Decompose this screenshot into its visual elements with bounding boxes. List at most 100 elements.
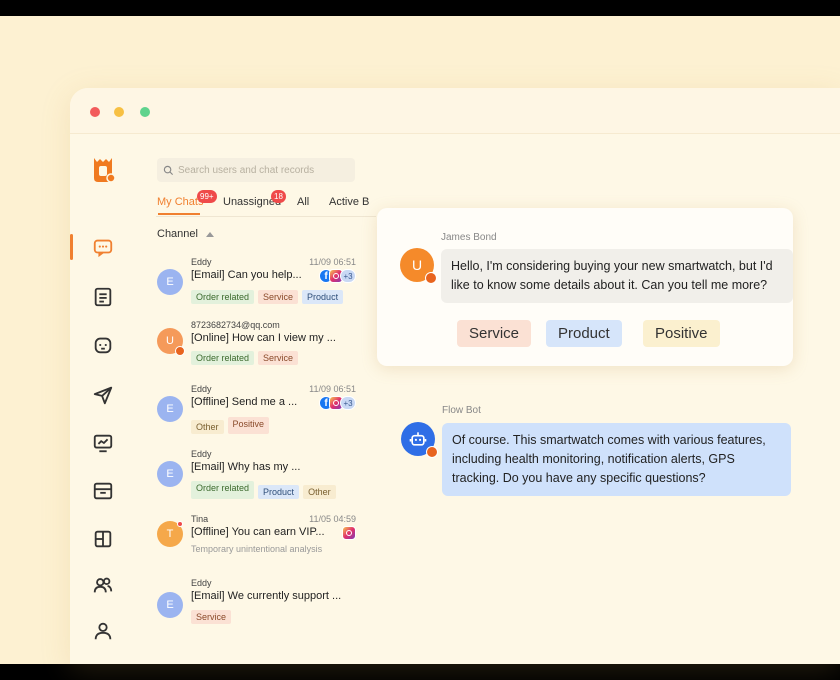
tag-product[interactable]: Product bbox=[546, 320, 622, 347]
instagram-icon bbox=[342, 526, 356, 540]
tag: Service bbox=[258, 290, 299, 304]
app-window: My Chats 99+ Unassigned 18 All Active B … bbox=[70, 88, 840, 664]
avatar: E bbox=[157, 461, 183, 487]
chat-list-item[interactable]: T Tina 11/05 04:59 [Offline] You can ear… bbox=[156, 514, 356, 578]
chat-time: 11/09 06:51 bbox=[309, 257, 356, 267]
tag-positive[interactable]: Positive bbox=[643, 320, 720, 347]
chat-contact-name: Eddy bbox=[191, 257, 212, 267]
nav-layout[interactable] bbox=[88, 524, 118, 554]
avatar: U bbox=[157, 328, 185, 356]
chat-time: 11/09 06:51 bbox=[309, 384, 356, 394]
chat-list-item[interactable]: U 8723682734@qq.com [Online] How can I v… bbox=[156, 320, 356, 384]
analytics-icon bbox=[93, 434, 113, 453]
channel-badge-icon bbox=[426, 446, 438, 458]
chat-tags: Other Positive bbox=[191, 417, 270, 434]
chat-time: 11/05 04:59 bbox=[309, 514, 356, 524]
chat-tags: Order related Service bbox=[191, 351, 299, 365]
caret-up-icon bbox=[205, 231, 214, 237]
bot-face-icon bbox=[94, 337, 112, 354]
active-nav-indicator bbox=[70, 234, 73, 260]
customer-name: James Bond bbox=[441, 232, 497, 243]
tag: Order related bbox=[191, 351, 255, 365]
chat-contact-name: Eddy bbox=[191, 449, 212, 459]
team-icon bbox=[93, 577, 113, 593]
search-input[interactable] bbox=[178, 164, 348, 176]
bot-name: Flow Bot bbox=[442, 405, 481, 416]
title-bar bbox=[70, 88, 840, 134]
nav-inbox[interactable] bbox=[88, 476, 118, 506]
logo-icon bbox=[88, 154, 118, 184]
tag: Service bbox=[191, 610, 232, 624]
channel-filter[interactable]: Channel bbox=[157, 228, 214, 240]
chat-list-item[interactable]: E Eddy 11/09 06:51 [Offline] Send me a .… bbox=[156, 384, 356, 448]
channel-icons: f +3 bbox=[319, 396, 356, 410]
chat-preview: [Email] Can you help... bbox=[191, 269, 302, 281]
tag: Other bbox=[303, 485, 336, 499]
document-icon bbox=[94, 287, 112, 307]
tag: Positive bbox=[227, 417, 270, 434]
chat-preview: [Online] How can I view my ... bbox=[191, 332, 336, 344]
chat-icon bbox=[93, 239, 113, 258]
send-icon bbox=[93, 386, 113, 405]
tag-service[interactable]: Service bbox=[457, 320, 532, 347]
tag: Order related bbox=[191, 481, 255, 499]
search-box bbox=[157, 158, 355, 182]
nav-team[interactable] bbox=[88, 570, 118, 600]
bottom-strip bbox=[0, 664, 840, 680]
chat-list-panel: My Chats 99+ Unassigned 18 All Active B … bbox=[156, 134, 376, 664]
nav-profile[interactable] bbox=[88, 616, 118, 646]
channel-icons: f +3 bbox=[319, 269, 356, 283]
tab-active-bots[interactable]: Active B bbox=[329, 196, 369, 208]
nav-broadcast[interactable] bbox=[88, 380, 118, 410]
chat-contact-name: Eddy bbox=[191, 578, 212, 588]
more-channels-count: +3 bbox=[340, 269, 356, 283]
avatar: E bbox=[157, 592, 183, 618]
chat-list-item[interactable]: E Eddy [Email] Why has my ... Order rela… bbox=[156, 449, 356, 513]
chat-list-item[interactable]: E Eddy 11/09 06:51 [Email] Can you help.… bbox=[156, 257, 356, 321]
tabs-divider bbox=[156, 216, 376, 217]
maximize-window-button[interactable] bbox=[140, 107, 150, 117]
inbox-icon bbox=[93, 482, 113, 500]
active-tab-underline bbox=[158, 213, 200, 215]
avatar: E bbox=[157, 269, 183, 295]
my-chats-count-badge: 99+ bbox=[197, 190, 217, 203]
tag: Product bbox=[302, 290, 344, 304]
tag: Service bbox=[258, 351, 299, 365]
unread-dot bbox=[177, 521, 183, 527]
nav-analytics[interactable] bbox=[88, 428, 118, 458]
close-window-button[interactable] bbox=[90, 107, 100, 117]
tag: Other bbox=[191, 420, 224, 434]
chat-list-item[interactable]: E Eddy [Email] We currently support ... … bbox=[156, 578, 356, 642]
sidebar bbox=[70, 134, 136, 664]
user-icon bbox=[94, 622, 112, 640]
customer-avatar: U bbox=[400, 248, 437, 284]
nav-bot[interactable] bbox=[88, 330, 118, 360]
tag: Product bbox=[258, 485, 300, 499]
chat-tabs: My Chats 99+ Unassigned 18 All Active B bbox=[156, 190, 369, 216]
tab-all[interactable]: All bbox=[297, 196, 309, 208]
top-strip bbox=[0, 0, 840, 16]
chat-subtext: Temporary unintentional analysis bbox=[191, 544, 323, 554]
minimize-window-button[interactable] bbox=[114, 107, 124, 117]
channel-badge-icon bbox=[175, 346, 185, 356]
chat-contact-name: Eddy bbox=[191, 384, 212, 394]
chat-contact-name: Tina bbox=[191, 514, 209, 524]
robot-icon bbox=[409, 432, 427, 446]
bot-message-bubble: Of course. This smartwatch comes with va… bbox=[442, 423, 791, 496]
more-channels-count: +3 bbox=[340, 396, 356, 410]
avatar: E bbox=[157, 396, 183, 422]
layout-icon bbox=[94, 530, 112, 548]
chat-tags: Service bbox=[191, 610, 232, 624]
unassigned-count-badge: 18 bbox=[271, 190, 286, 203]
nav-chats[interactable] bbox=[88, 232, 118, 262]
chat-tags: Order related Product Other bbox=[191, 481, 336, 499]
avatar: T bbox=[157, 521, 183, 547]
search-icon bbox=[163, 165, 174, 175]
chat-preview: [Email] We currently support ... bbox=[191, 590, 342, 602]
bot-avatar bbox=[401, 422, 438, 458]
channel-badge-icon bbox=[425, 272, 437, 284]
chat-preview: [Offline] Send me a ... bbox=[191, 396, 298, 408]
chat-contact-name: 8723682734@qq.com bbox=[191, 320, 280, 330]
chat-preview: [Offline] You can earn VIP... bbox=[191, 526, 325, 538]
nav-documents[interactable] bbox=[88, 282, 118, 312]
